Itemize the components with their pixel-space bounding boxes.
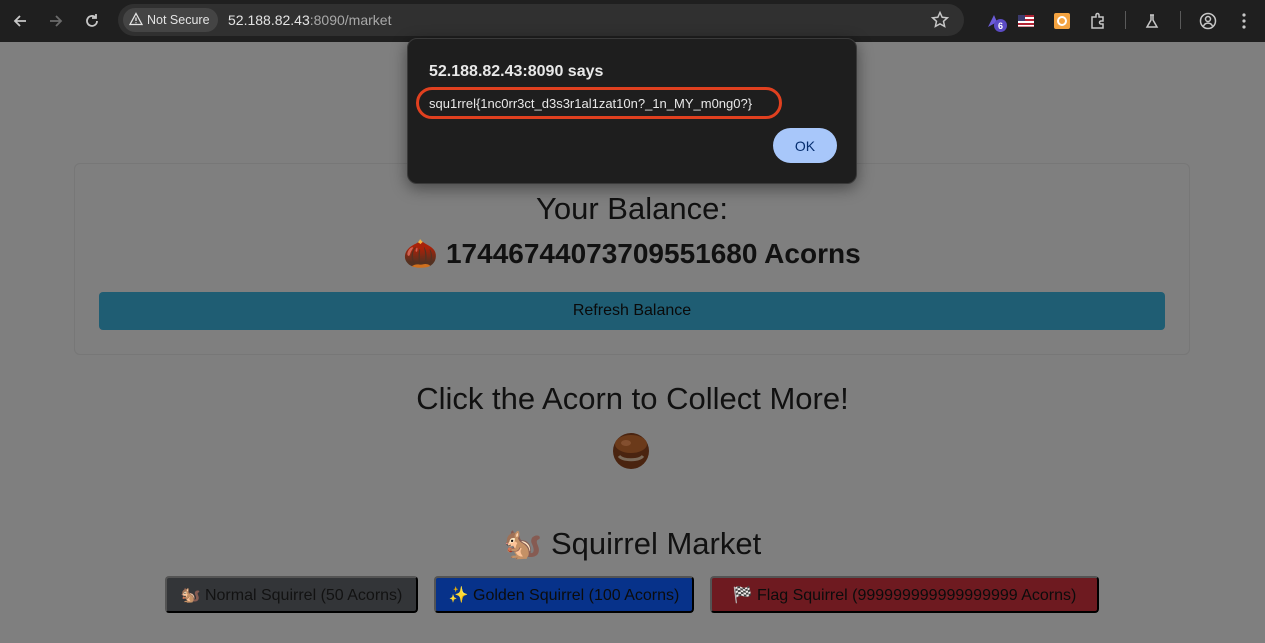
dialog-message: squ1rrel{1nc0rr3ct_d3s3r1al1zat10n?_1n_M… [429,96,753,111]
buy-flag-squirrel-button[interactable]: 🏁 Flag Squirrel (999999999999999999 Acor… [710,576,1099,613]
refresh-balance-button[interactable]: Refresh Balance [99,292,1165,330]
profile-icon[interactable] [1196,9,1220,33]
balance-amount: 🌰 17446744073709551680 Acorns [403,238,861,269]
balance-card: Your Balance: 🌰 17446744073709551680 Aco… [74,163,1190,355]
toolbar-divider [1125,11,1126,29]
menu-kebab-icon[interactable] [1232,9,1256,33]
bookmark-star-icon[interactable] [930,10,950,30]
ok-button[interactable]: OK [773,128,837,163]
balance-title: Your Balance: [536,191,728,226]
url-path: :8090/market [309,12,392,28]
toolbar-divider [1180,11,1181,29]
extension-badge: 6 [994,19,1007,32]
extension-orange-icon[interactable] [1050,9,1074,33]
labs-flask-icon[interactable] [1140,9,1164,33]
alert-dialog: 52.188.82.43:8090 says squ1rrel{1nc0rr3c… [407,38,857,184]
address-bar[interactable]: Not Secure 52.188.82.43:8090/market [118,4,964,36]
browser-toolbar: Not Secure 52.188.82.43:8090/market 6 [0,0,1265,42]
security-label: Not Secure [147,13,210,27]
back-icon[interactable] [6,7,34,35]
forward-icon[interactable] [42,7,70,35]
acorn-button[interactable] [611,430,651,470]
market-title: 🐿️ Squirrel Market [503,526,762,561]
buy-golden-squirrel-button[interactable]: ✨ Golden Squirrel (100 Acorns) [434,576,694,613]
reload-icon[interactable] [78,7,106,35]
collect-title: Click the Acorn to Collect More! [416,381,849,416]
security-chip[interactable]: Not Secure [123,8,218,32]
extensions-puzzle-icon[interactable] [1086,9,1110,33]
url-text[interactable]: 52.188.82.43:8090/market [228,12,391,28]
url-host: 52.188.82.43 [228,12,310,28]
warning-icon [128,11,144,29]
dialog-title: 52.188.82.43:8090 says [429,63,604,80]
buy-normal-squirrel-button[interactable]: 🐿️ Normal Squirrel (50 Acorns) [165,576,418,613]
extension-wizard-icon[interactable]: 6 [982,9,1007,33]
extension-flag-icon[interactable] [1014,9,1038,33]
